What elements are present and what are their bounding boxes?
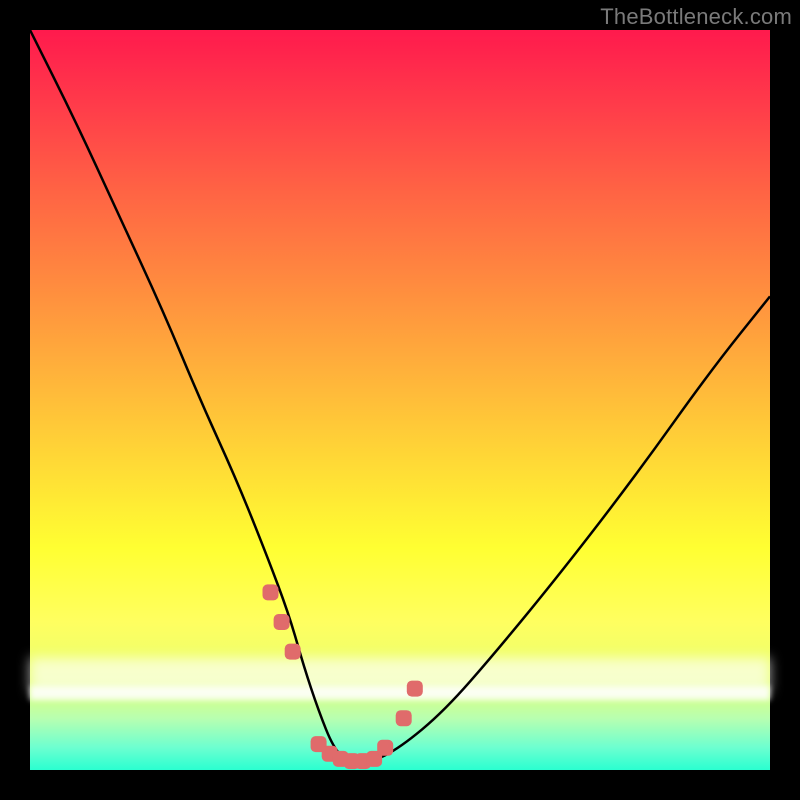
curve-layer [30,30,770,770]
marker-point [263,584,279,600]
bottleneck-curve [30,30,770,763]
marker-point [274,614,290,630]
marker-point [285,644,301,660]
plot-area [30,30,770,770]
marker-point [407,681,423,697]
chart-container: TheBottleneck.com [0,0,800,800]
marker-point [377,740,393,756]
marker-point [396,710,412,726]
watermark-text: TheBottleneck.com [600,4,792,30]
